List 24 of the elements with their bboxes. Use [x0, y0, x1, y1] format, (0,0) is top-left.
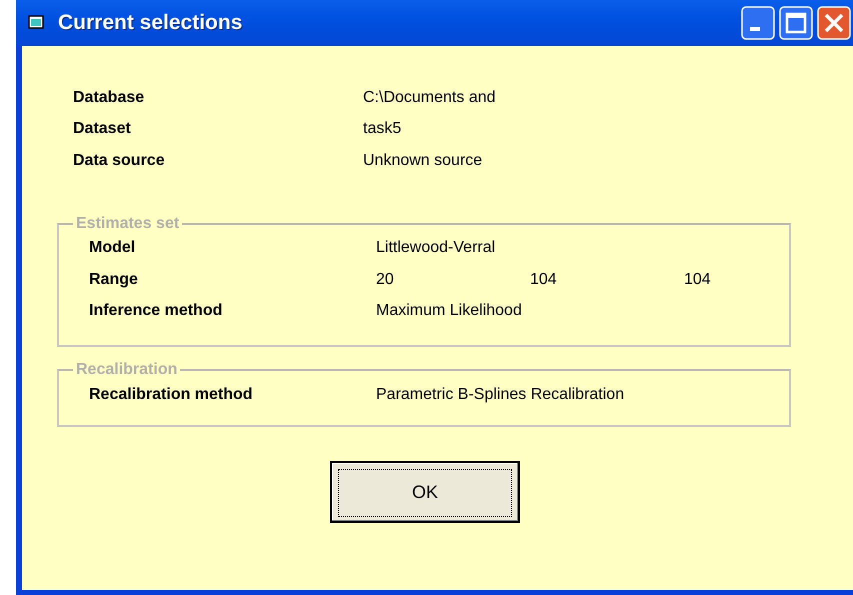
field-value: Maximum Likelihood	[376, 302, 522, 320]
field-label: Recalibration method	[89, 386, 254, 404]
field-value: Littlewood-Verral	[376, 239, 496, 258]
field-value: Parametric B-Splines Recalibration	[376, 386, 624, 404]
field-value: task5	[363, 120, 402, 138]
field-label: Data source	[73, 152, 166, 170]
field-value: 104	[530, 270, 558, 289]
group-title: Estimates set	[75, 214, 180, 232]
close-button[interactable]	[817, 6, 851, 40]
group-title: Recalibration	[75, 361, 178, 379]
window-icon	[28, 15, 46, 31]
field-value: 104	[684, 270, 711, 289]
minimize-button[interactable]	[741, 6, 775, 40]
field-label: Model	[89, 239, 136, 258]
window-title: Current selections	[58, 11, 244, 35]
field-label: Range	[89, 270, 139, 289]
maximize-button[interactable]	[779, 6, 813, 40]
field-label: Database	[73, 88, 146, 107]
field-value: 20	[376, 270, 395, 289]
field-value: Unknown source	[363, 152, 482, 170]
field-label: Dataset	[73, 120, 132, 138]
field-value: C:\Documents and	[363, 88, 496, 107]
ok-button[interactable]: OK	[330, 460, 520, 522]
field-label: Inference method	[89, 302, 224, 320]
